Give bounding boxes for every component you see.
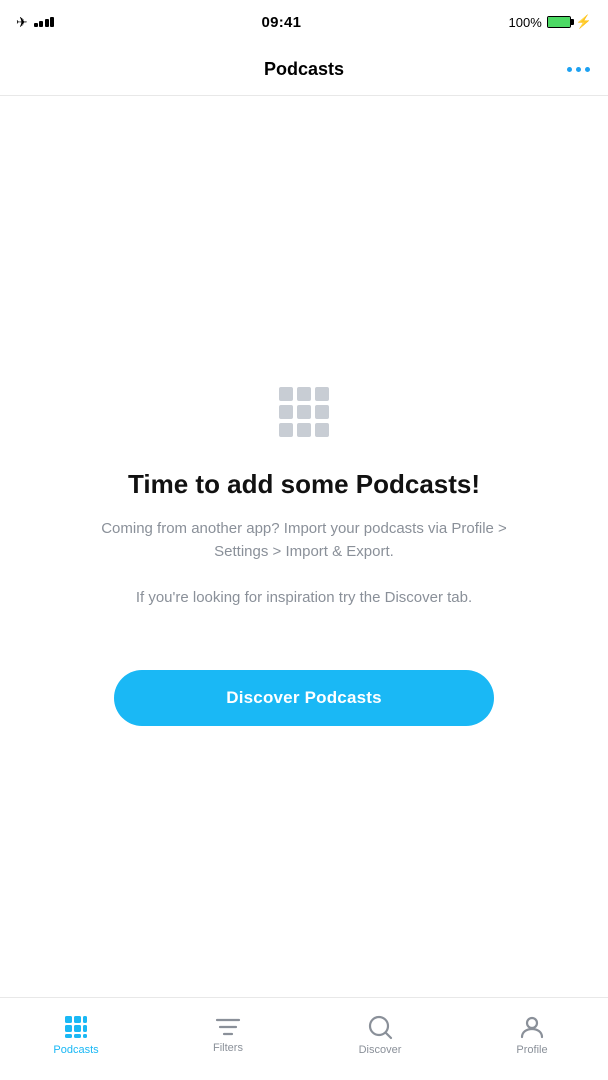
tab-profile-label: Profile xyxy=(516,1044,547,1056)
signal-bar-4 xyxy=(50,17,54,27)
signal-bar-1 xyxy=(34,23,38,27)
dot-3 xyxy=(585,67,590,72)
signal-bar-2 xyxy=(39,21,43,27)
podcasts-grid-icon xyxy=(279,387,329,437)
empty-title: Time to add some Podcasts! xyxy=(128,469,480,500)
more-options-button[interactable] xyxy=(567,67,590,72)
tab-podcasts[interactable]: Podcasts xyxy=(0,998,152,1080)
discover-podcasts-button[interactable]: Discover Podcasts xyxy=(114,670,494,726)
battery-percent: 100% xyxy=(509,15,542,30)
battery-icon xyxy=(547,16,571,28)
profile-icon xyxy=(519,1014,545,1040)
empty-subtitle: Coming from another app? Import your pod… xyxy=(94,518,514,563)
status-bar: ✈ 09:41 100% ⚡ xyxy=(0,0,608,44)
discover-icon xyxy=(367,1014,393,1040)
tab-discover[interactable]: Discover xyxy=(304,998,456,1080)
header: Podcasts xyxy=(0,44,608,96)
tab-filters-label: Filters xyxy=(213,1042,243,1054)
signal-bars xyxy=(34,17,55,27)
airplane-icon: ✈ xyxy=(16,14,28,31)
bottom-nav: Podcasts Filters Discover xyxy=(0,997,608,1080)
tab-discover-label: Discover xyxy=(359,1044,402,1056)
dot-2 xyxy=(576,67,581,72)
charging-icon: ⚡ xyxy=(576,14,592,30)
dot-1 xyxy=(567,67,572,72)
empty-state: Time to add some Podcasts! Coming from a… xyxy=(0,96,608,997)
empty-hint: If you're looking for inspiration try th… xyxy=(136,587,472,610)
status-left: ✈ xyxy=(16,14,54,31)
status-right: 100% ⚡ xyxy=(509,14,592,30)
status-time: 09:41 xyxy=(261,14,301,31)
signal-bar-3 xyxy=(45,19,49,27)
podcasts-icon xyxy=(63,1014,89,1040)
filters-icon xyxy=(215,1016,241,1038)
tab-podcasts-label: Podcasts xyxy=(53,1044,98,1056)
tab-profile[interactable]: Profile xyxy=(456,998,608,1080)
tab-filters[interactable]: Filters xyxy=(152,998,304,1080)
page-title: Podcasts xyxy=(264,59,344,80)
